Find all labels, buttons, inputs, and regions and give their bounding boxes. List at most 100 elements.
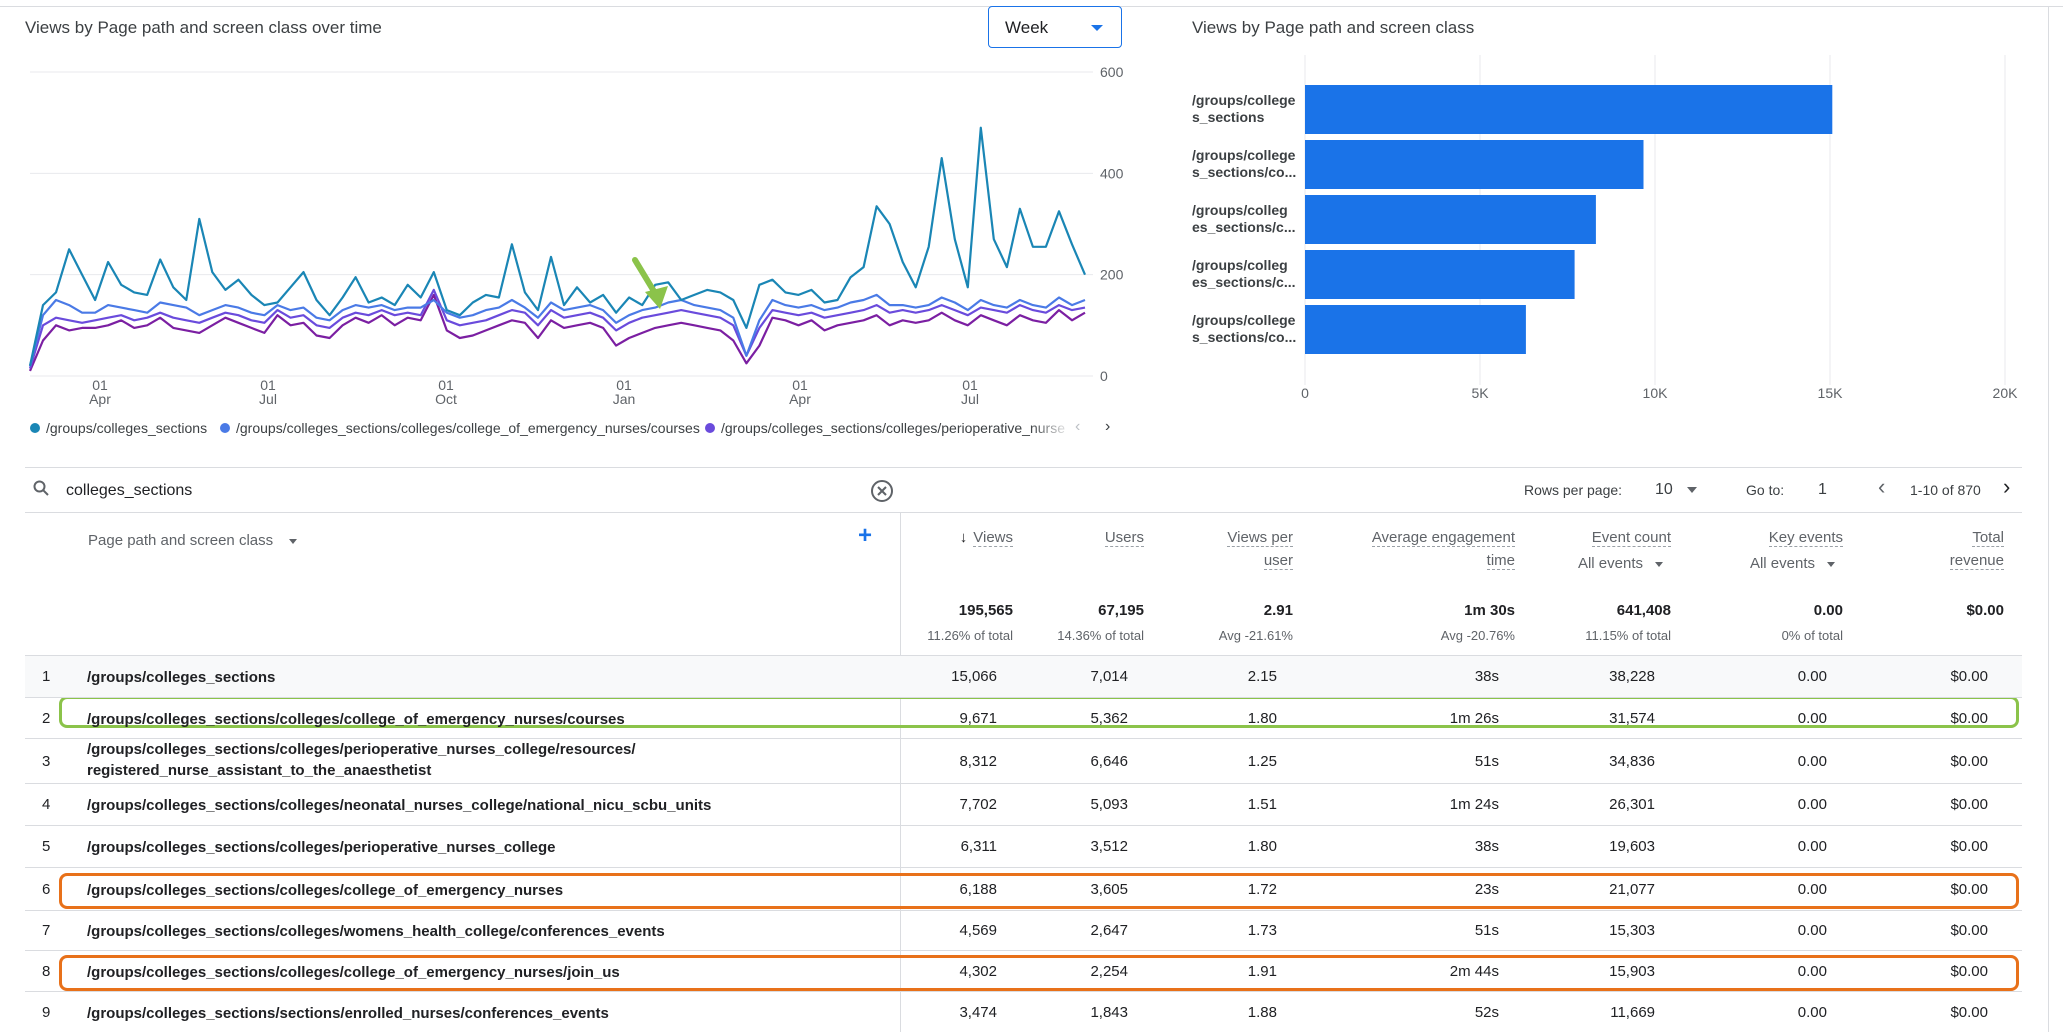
column-header-4[interactable]: Average engagement (1371, 526, 1515, 549)
series-line-3[interactable] (28, 288, 1086, 369)
table-row[interactable]: 3/groups/colleges_sections/colleges/peri… (25, 738, 2022, 784)
row-index: 1 (42, 668, 51, 685)
search-input[interactable]: colleges_sections (66, 482, 192, 500)
legend-item-1[interactable]: /groups/colleges_sections (30, 420, 207, 436)
legend-item-3[interactable]: /groups/colleges_sections/colleges/perio… (705, 420, 1065, 436)
row-page-path[interactable]: /groups/colleges_sections (87, 667, 275, 688)
column-header-6[interactable]: Key events (1768, 526, 1843, 549)
event-filter-dropdown[interactable]: All events (1750, 555, 1835, 572)
legend-fade (1030, 420, 1100, 440)
row-page-path[interactable]: /groups/colleges_sections/colleges/colle… (87, 962, 620, 983)
cell-events: 15,903 (1609, 962, 1655, 980)
clear-search-icon[interactable] (870, 479, 894, 503)
total-value: $0.00 (1966, 602, 2004, 619)
sort-down-icon: ↓ (959, 529, 968, 546)
goto-label: Go to: (1746, 482, 1785, 498)
cell-users: 1,843 (1090, 1003, 1128, 1021)
column-header-line2: revenue (1949, 552, 2004, 570)
cell-users: 3,512 (1090, 838, 1128, 855)
cell-vpu: 1.88 (1247, 1003, 1277, 1021)
cell-aet: 51s (1474, 752, 1499, 770)
row-page-path[interactable]: /groups/colleges_sections/colleges/colle… (87, 709, 625, 730)
cell-vpu: 2.15 (1247, 668, 1277, 685)
total-subtext: 14.36% of total (1057, 628, 1144, 643)
row-page-path[interactable]: /groups/colleges_sections/colleges/women… (87, 921, 665, 942)
table-row[interactable]: 4/groups/colleges_sections/colleges/neon… (25, 783, 2022, 826)
cell-vpu: 1.91 (1247, 962, 1277, 980)
table-row[interactable]: 9/groups/colleges_sections/sections/enro… (25, 991, 2022, 1033)
row-page-path[interactable]: /groups/colleges_sections/colleges/perio… (87, 739, 636, 781)
dimension-header-label: Page path and screen class (88, 532, 274, 549)
cell-rev: $0.00 (1950, 922, 1988, 939)
bar[interactable] (1305, 195, 1596, 244)
cell-views: 4,569 (959, 922, 997, 939)
right-divider (2048, 6, 2049, 1032)
legend-next-icon[interactable]: › (1105, 418, 1110, 436)
total-subtext: Avg -21.61% (1218, 628, 1293, 643)
svg-text:s_sections/co...: s_sections/co... (1192, 329, 1296, 345)
bar-category-label: /groups/colleges_sections/c... (1192, 257, 1296, 290)
legend-dot-3 (705, 423, 715, 433)
cell-vpu: 1.73 (1247, 922, 1277, 939)
column-header-5[interactable]: Event count (1591, 526, 1671, 549)
dimension-header[interactable]: Page path and screen class (88, 529, 298, 552)
row-index: 4 (42, 796, 51, 813)
table-row[interactable]: 1/groups/colleges_sections 15,066 7,014 2.1… (25, 655, 2022, 698)
cell-key: 0.00 (1797, 1003, 1827, 1021)
cell-events: 19,603 (1609, 838, 1655, 855)
cell-users: 2,647 (1090, 922, 1128, 939)
rows-per-page-select[interactable]: 10 (1655, 481, 1698, 499)
svg-text:s_sections: s_sections (1192, 109, 1265, 125)
cell-key: 0.00 (1797, 880, 1827, 898)
cell-vpu: 1.25 (1247, 752, 1277, 770)
bar-chart[interactable]: 0 5K 10K 15K 20K/groups/colleges_sections/gr… (1180, 40, 2040, 410)
bar[interactable] (1305, 250, 1575, 299)
row-page-path[interactable]: /groups/colleges_sections/colleges/colle… (87, 880, 563, 901)
total-subtext: 0% of total (1781, 628, 1843, 643)
y-tick-label: 600 (1100, 64, 1124, 80)
legend-item-2[interactable]: /groups/colleges_sections/colleges/colle… (220, 420, 700, 436)
y-tick-label: 400 (1100, 165, 1124, 181)
add-dimension-icon[interactable]: + (858, 524, 872, 548)
bar[interactable] (1305, 85, 1833, 134)
bar[interactable] (1305, 140, 1644, 189)
table-row[interactable]: 5/groups/colleges_sections/colleges/peri… (25, 825, 2022, 868)
table-row[interactable]: 2/groups/colleges_sections/colleges/coll… (25, 697, 2022, 739)
cell-rev: $0.00 (1950, 1003, 1988, 1021)
row-index: 5 (42, 838, 51, 855)
cell-key: 0.00 (1797, 922, 1827, 939)
toolbar-top-divider (25, 467, 2022, 468)
row-page-path[interactable]: /groups/colleges_sections/colleges/neona… (87, 795, 711, 816)
column-header-7[interactable]: Total (1972, 526, 2004, 549)
line-chart[interactable]: 600 400 200 0 01Apr 01Jul 01Oct 01Jan 01Apr 01Jul (0, 0, 1130, 420)
cell-users: 3,605 (1090, 880, 1128, 898)
x-tick-label: 01Apr (789, 377, 811, 407)
table-row[interactable]: 7/groups/colleges_sections/colleges/wome… (25, 910, 2022, 951)
row-page-path[interactable]: /groups/colleges_sections/sections/enrol… (87, 1003, 609, 1024)
prev-page-icon[interactable]: ‹ (1878, 474, 1885, 500)
column-header-3[interactable]: Views per (1227, 526, 1293, 549)
column-header-label: Event count (1591, 529, 1671, 547)
cell-key: 0.00 (1797, 796, 1827, 813)
svg-text:Apr: Apr (89, 391, 111, 407)
row-page-path[interactable]: /groups/colleges_sections/colleges/perio… (87, 837, 556, 858)
cell-rev: $0.00 (1950, 796, 1988, 813)
next-page-icon[interactable]: › (2003, 474, 2010, 500)
table-row[interactable]: 8/groups/colleges_sections/colleges/coll… (25, 950, 2022, 992)
cell-views: 3,474 (959, 1003, 997, 1021)
column-header-label: Key events (1768, 529, 1843, 547)
event-filter-dropdown[interactable]: All events (1578, 555, 1663, 572)
column-header-2[interactable]: Users (1104, 526, 1144, 549)
row-index: 7 (42, 922, 51, 939)
legend-prev-icon[interactable]: ‹ (1075, 418, 1080, 436)
table-row[interactable]: 6/groups/colleges_sections/colleges/coll… (25, 867, 2022, 911)
column-header-1[interactable]: ↓ Views (960, 526, 1013, 549)
goto-input[interactable]: 1 (1818, 481, 1827, 499)
row-index: 9 (42, 1003, 51, 1021)
bar[interactable] (1305, 305, 1526, 354)
x-tick-label: 0 (1301, 385, 1309, 401)
svg-text:Jul: Jul (259, 391, 277, 407)
x-tick-label: 10K (1643, 385, 1669, 401)
x-tick-label: 01Jul (961, 377, 979, 407)
total-subtext: 11.15% of total (1585, 628, 1671, 643)
